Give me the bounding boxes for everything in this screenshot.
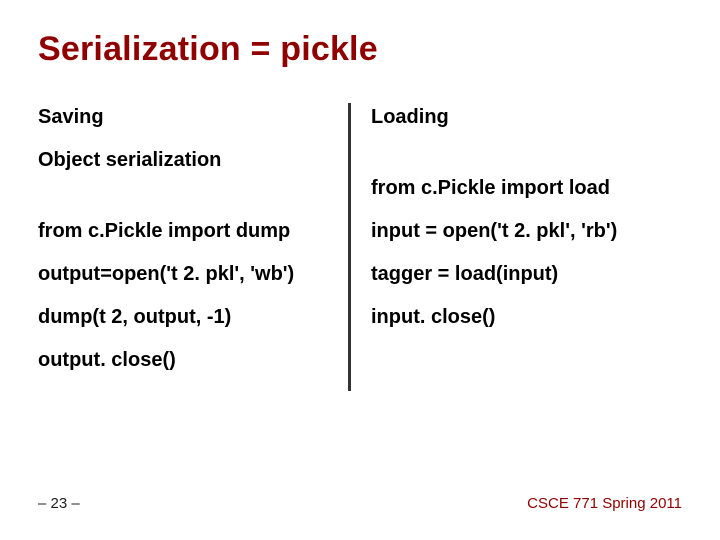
right-column: Loading from c.Pickle import load input … (348, 103, 682, 391)
right-code-2: tagger = load(input) (371, 262, 682, 287)
right-code-3: input. close() (371, 305, 682, 330)
right-code-0: from c.Pickle import load (371, 176, 682, 201)
slide-title: Serialization = pickle (38, 30, 682, 69)
spacer (38, 191, 330, 219)
left-code-4: output. close() (38, 348, 330, 373)
page-number: – 23 – (38, 495, 80, 512)
two-column-layout: Saving Object serialization from c.Pickl… (38, 103, 682, 391)
right-heading-1: Loading (371, 105, 682, 130)
right-code-1: input = open('t 2. pkl', 'rb') (371, 219, 682, 244)
left-heading-1: Saving (38, 105, 330, 130)
spacer (371, 148, 682, 176)
left-heading-2: Object serialization (38, 148, 330, 173)
left-code-2: output=open('t 2. pkl', 'wb') (38, 262, 330, 287)
course-footer: CSCE 771 Spring 2011 (527, 495, 682, 512)
left-code-3: dump(t 2, output, -1) (38, 305, 330, 330)
left-code-1: from c.Pickle import dump (38, 219, 330, 244)
left-column: Saving Object serialization from c.Pickl… (38, 103, 348, 391)
slide: Serialization = pickle Saving Object ser… (0, 0, 720, 540)
